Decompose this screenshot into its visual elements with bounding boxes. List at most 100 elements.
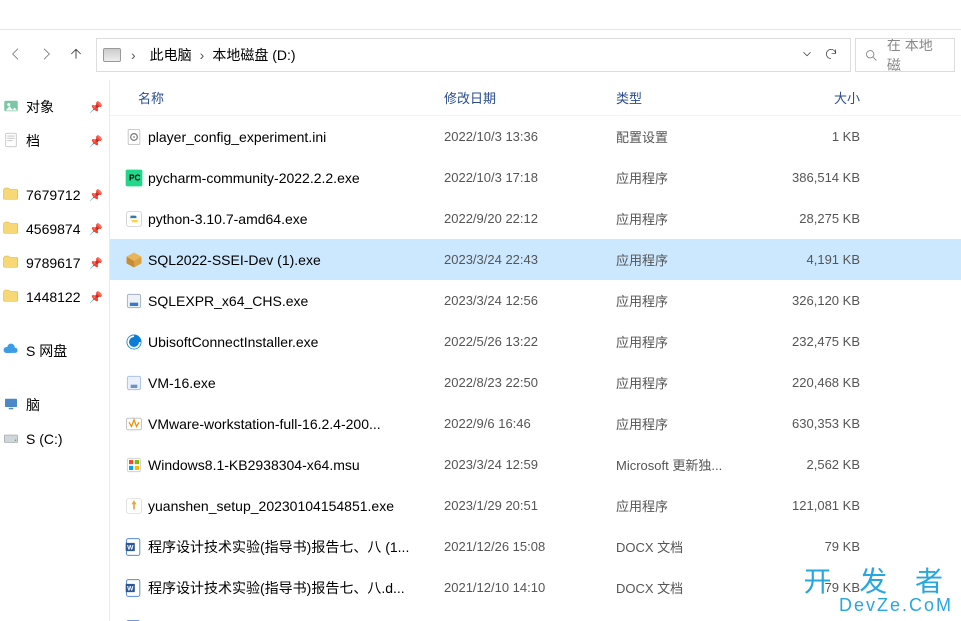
file-icon	[120, 209, 148, 229]
nav-arrows	[6, 46, 92, 65]
sidebar-item-label: 脑	[26, 395, 40, 415]
drive-icon	[2, 429, 20, 450]
cloud-icon	[2, 341, 20, 362]
sidebar-item-label: 档	[26, 131, 40, 151]
header-type[interactable]: 类型	[616, 88, 764, 107]
file-size: 232,475 KB	[764, 334, 860, 349]
file-type: 应用程序	[616, 250, 764, 269]
file-type: 应用程序	[616, 332, 764, 351]
file-date: 2022/8/23 22:50	[444, 375, 616, 390]
sidebar-item-label: 7679712	[26, 187, 81, 203]
file-type: 配置设置	[616, 127, 764, 146]
file-type: 应用程序	[616, 168, 764, 187]
sidebar-item[interactable]: 档 📌	[0, 124, 109, 158]
file-name: Windows8.1-KB2938304-x64.msu	[148, 457, 444, 473]
sidebar-item-label: S 网盘	[26, 341, 67, 361]
file-size: 1 KB	[764, 129, 860, 144]
file-name: UbisoftConnectInstaller.exe	[148, 334, 444, 350]
file-row[interactable]: SQLEXPR_x64_CHS.exe 2023/3/24 12:56 应用程序…	[110, 280, 961, 321]
file-size: 4,191 KB	[764, 252, 860, 267]
file-size: 2,562 KB	[764, 457, 860, 472]
header-date[interactable]: 修改日期	[444, 88, 616, 107]
breadcrumb-this-pc[interactable]: 此电脑	[146, 43, 196, 67]
pin-icon: 📌	[89, 101, 103, 114]
sidebar-item[interactable]: S 网盘	[0, 334, 109, 368]
file-date: 2023/3/24 12:59	[444, 457, 616, 472]
up-button[interactable]	[68, 46, 84, 65]
column-headers: 名称 修改日期 类型 大小	[110, 80, 961, 116]
header-size[interactable]: 大小	[764, 88, 860, 107]
file-date: 2022/9/6 16:46	[444, 416, 616, 431]
file-icon	[120, 373, 148, 393]
file-icon	[120, 496, 148, 516]
file-row[interactable]: W 程序设计技术实验(指导书)报告七、八.d... 2021/12/10 14:…	[110, 567, 961, 608]
file-name: SQL2022-SSEI-Dev (1).exe	[148, 252, 444, 268]
folder-icon	[2, 253, 20, 274]
file-row[interactable]: VMware-workstation-full-16.2.4-200... 20…	[110, 403, 961, 444]
search-box[interactable]: 在 本地磁	[855, 38, 955, 72]
chevron-down-icon[interactable]	[800, 47, 814, 64]
header-name[interactable]: 名称	[136, 88, 444, 107]
sidebar-item-label: 对象	[26, 97, 54, 117]
file-row[interactable]: python-3.10.7-amd64.exe 2022/9/20 22:12 …	[110, 198, 961, 239]
file-icon	[120, 291, 148, 311]
sidebar-item[interactable]: 1448122 📌	[0, 280, 109, 314]
file-icon	[120, 127, 148, 147]
file-date: 2022/9/20 22:12	[444, 211, 616, 226]
sidebar-item-label: 1448122	[26, 289, 81, 305]
file-date: 2023/3/24 12:56	[444, 293, 616, 308]
files-pane: 名称 修改日期 类型 大小 player_config_experiment.i…	[110, 80, 961, 621]
folder-icon	[2, 287, 20, 308]
file-icon: W	[120, 578, 148, 598]
file-icon	[120, 414, 148, 434]
sidebar-item[interactable]: 9789617 📌	[0, 246, 109, 280]
svg-text:W: W	[127, 544, 134, 551]
file-row[interactable]: SQL2022-SSEI-Dev (1).exe 2023/3/24 22:43…	[110, 239, 961, 280]
file-row[interactable]: W 程序设计技术实验(指导书)报告五、六.d...	[110, 608, 961, 621]
pin-icon: 📌	[89, 189, 103, 202]
file-row[interactable]: yuanshen_setup_20230104154851.exe 2023/1…	[110, 485, 961, 526]
file-type: 应用程序	[616, 291, 764, 310]
pin-icon: 📌	[89, 257, 103, 270]
sidebar-item[interactable]: 7679712 📌	[0, 178, 109, 212]
file-type: 应用程序	[616, 414, 764, 433]
sidebar-item[interactable]: 对象 📌	[0, 90, 109, 124]
file-date: 2022/5/26 13:22	[444, 334, 616, 349]
address-bar[interactable]: › 此电脑 › 本地磁盘 (D:)	[96, 38, 851, 72]
file-name: pycharm-community-2022.2.2.exe	[148, 170, 444, 186]
file-size: 386,514 KB	[764, 170, 860, 185]
file-name: python-3.10.7-amd64.exe	[148, 211, 444, 227]
file-row[interactable]: Windows8.1-KB2938304-x64.msu 2023/3/24 1…	[110, 444, 961, 485]
file-size: 630,353 KB	[764, 416, 860, 431]
refresh-button[interactable]	[824, 47, 838, 64]
sidebar-item[interactable]: 4569874 📌	[0, 212, 109, 246]
toolbar: › 此电脑 › 本地磁盘 (D:) 在 本地磁	[0, 30, 961, 80]
search-icon	[864, 48, 879, 63]
sidebar-item[interactable]: 脑	[0, 388, 109, 422]
chevron-right-icon: ›	[198, 47, 207, 63]
sidebar-item-label: 4569874	[26, 221, 81, 237]
pc-icon	[2, 395, 20, 416]
pin-icon: 📌	[89, 223, 103, 236]
breadcrumb-drive-d[interactable]: 本地磁盘 (D:)	[208, 43, 299, 67]
file-row[interactable]: player_config_experiment.ini 2022/10/3 1…	[110, 116, 961, 157]
file-row[interactable]: W 程序设计技术实验(指导书)报告七、八 (1... 2021/12/26 15…	[110, 526, 961, 567]
file-list: player_config_experiment.ini 2022/10/3 1…	[110, 116, 961, 621]
file-type: DOCX 文档	[616, 537, 764, 556]
file-name: VM-16.exe	[148, 375, 444, 391]
sidebar-item[interactable]: S (C:)	[0, 422, 109, 456]
svg-text:PC: PC	[129, 172, 141, 182]
file-type: 应用程序	[616, 373, 764, 392]
breadcrumb: 此电脑 › 本地磁盘 (D:)	[146, 43, 300, 67]
file-row[interactable]: VM-16.exe 2022/8/23 22:50 应用程序 220,468 K…	[110, 362, 961, 403]
forward-button[interactable]	[38, 46, 54, 65]
file-row[interactable]: PC pycharm-community-2022.2.2.exe 2022/1…	[110, 157, 961, 198]
file-icon	[120, 455, 148, 475]
back-button[interactable]	[8, 46, 24, 65]
drive-icon	[103, 48, 121, 62]
file-size: 121,081 KB	[764, 498, 860, 513]
file-row[interactable]: UbisoftConnectInstaller.exe 2022/5/26 13…	[110, 321, 961, 362]
file-name: yuanshen_setup_20230104154851.exe	[148, 498, 444, 514]
file-date: 2021/12/26 15:08	[444, 539, 616, 554]
file-date: 2023/3/24 22:43	[444, 252, 616, 267]
